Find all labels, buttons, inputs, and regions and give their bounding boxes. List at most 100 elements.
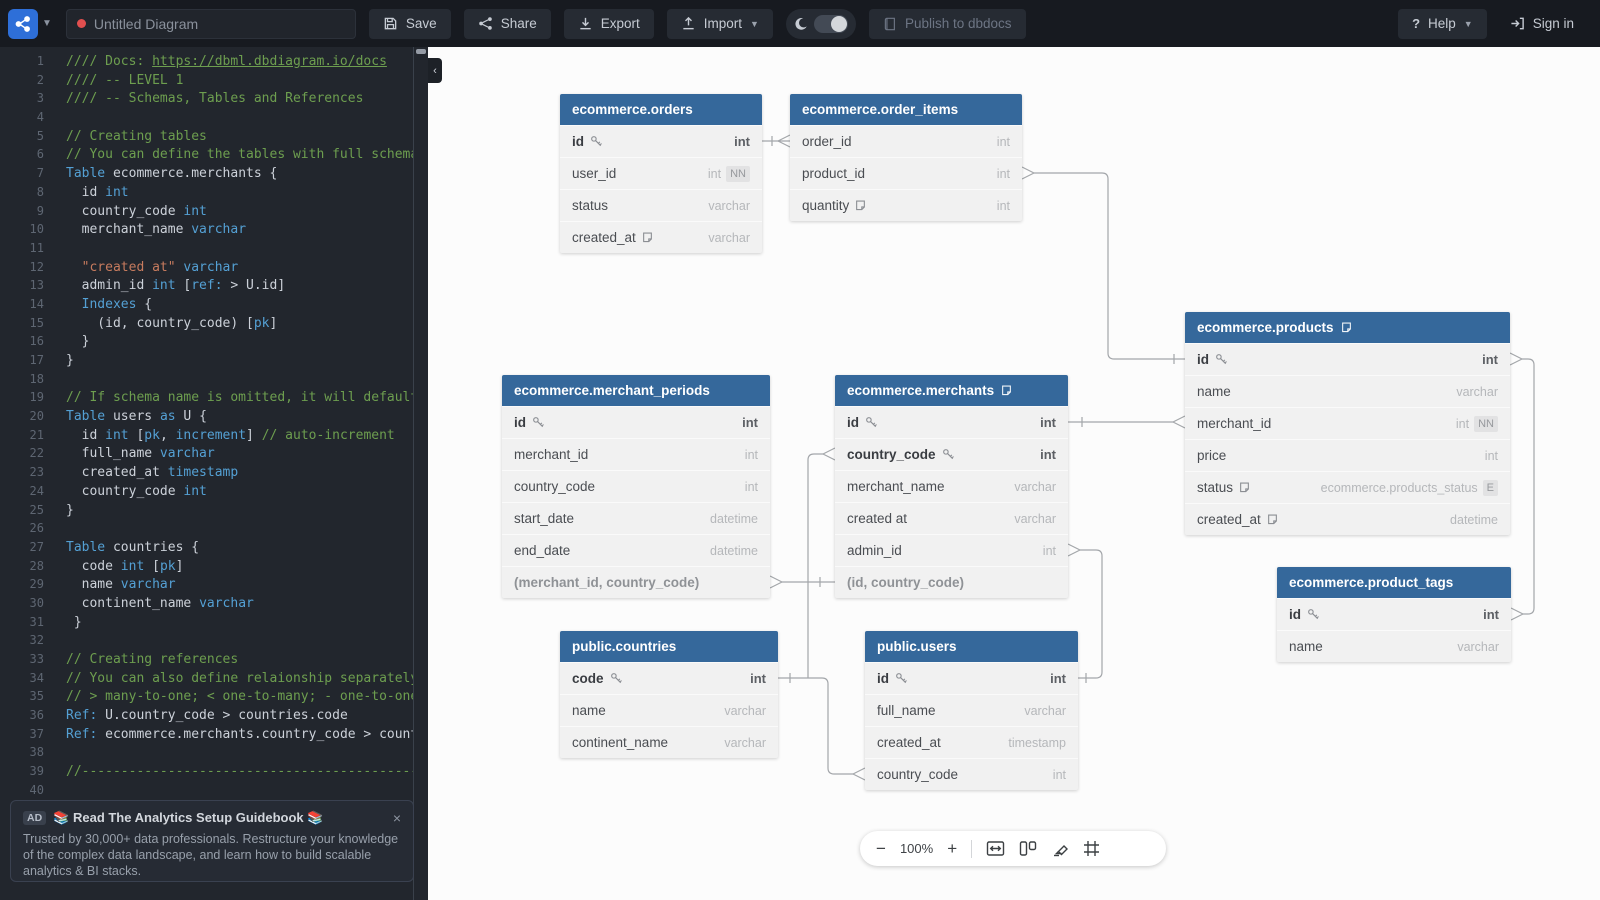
publish-label: Publish to dbdocs [905, 16, 1012, 31]
code-line: 16 } [0, 332, 413, 351]
auto-arrange-button[interactable] [1019, 840, 1037, 857]
dbml-code-editor[interactable]: 1//// Docs: https://dbml.dbdiagram.io/do… [0, 47, 428, 900]
code-token: created_at [66, 465, 168, 480]
field-name: quantity [802, 198, 849, 213]
table-header[interactable]: ecommerce.merchants [835, 375, 1068, 406]
publish-dbdocs-button[interactable]: Publish to dbdocs [869, 9, 1026, 39]
close-icon[interactable]: × [393, 811, 401, 825]
highlighter-button[interactable] [1051, 840, 1069, 857]
zoom-level[interactable]: 100% [900, 841, 933, 856]
table-ecommerce-product_tags[interactable]: ecommerce.product_tagsidintnamevarchar [1277, 567, 1511, 662]
code-token: continent_name [66, 596, 199, 611]
relationship-connector [1078, 550, 1102, 678]
line-number: 26 [0, 519, 44, 538]
field-type: timestamp [1008, 736, 1066, 750]
diagram-canvas[interactable]: ecommerce.ordersidintuser_idintNNstatusv… [428, 47, 1600, 900]
field-row: end_datedatetime [502, 534, 770, 566]
ad-body-text: Trusted by 30,000+ data professionals. R… [23, 831, 401, 879]
primary-key-icon [895, 672, 908, 685]
field-name: (merchant_id, country_code) [514, 575, 699, 590]
table-ecommerce-order_items[interactable]: ecommerce.order_itemsorder_idintproduct_… [790, 94, 1022, 221]
zoom-in-button[interactable]: + [947, 839, 957, 859]
diagram-title-field[interactable] [66, 9, 356, 39]
field-name: id [514, 415, 526, 430]
code-token: https://dbml.dbdiagram.io/docs [152, 54, 387, 69]
ad-panel[interactable]: AD 📚 Read The Analytics Setup Guidebook … [10, 800, 414, 882]
table-ecommerce-orders[interactable]: ecommerce.ordersidintuser_idintNNstatusv… [560, 94, 762, 253]
sign-in-button[interactable]: Sign in [1500, 9, 1584, 39]
line-number: 19 [0, 388, 44, 407]
table-public-countries[interactable]: public.countriescodeintnamevarcharcontin… [560, 631, 778, 758]
line-number: 2 [0, 71, 44, 90]
fit-to-screen-button[interactable] [986, 840, 1005, 857]
share-button[interactable]: Share [464, 9, 551, 39]
field-type: varchar [1024, 704, 1066, 718]
code-token: U.country_code > countries.code [97, 708, 347, 723]
table-ecommerce-merchant_periods[interactable]: ecommerce.merchant_periodsidintmerchant_… [502, 375, 770, 598]
table-header[interactable]: ecommerce.orders [560, 94, 762, 125]
field-row: merchant_namevarchar [835, 470, 1068, 502]
code-token: > U.id] [223, 278, 286, 293]
field-name: merchant_name [847, 479, 945, 494]
diagram-title-input[interactable] [94, 16, 345, 32]
export-button[interactable]: Export [564, 9, 654, 39]
table-header[interactable]: public.countries [560, 631, 778, 662]
field-row: created_atdatetime [1185, 503, 1510, 535]
relationship-connector [1510, 353, 1522, 365]
field-type: int [734, 134, 750, 149]
field-row: created atvarchar [835, 502, 1068, 534]
save-button[interactable]: Save [369, 9, 451, 39]
code-token: // > many-to-one; < one-to-many; - one-t… [66, 689, 413, 704]
field-name: full_name [877, 703, 936, 718]
code-token: int [105, 428, 128, 443]
table-header[interactable]: ecommerce.merchant_periods [502, 375, 770, 406]
field-name: start_date [514, 511, 574, 526]
note-icon [1001, 385, 1012, 396]
code-line: 11 [0, 239, 413, 258]
constraint-badge: NN [726, 166, 750, 182]
dark-mode-toggle[interactable] [786, 9, 856, 39]
help-button[interactable]: ? Help ▼ [1398, 9, 1487, 39]
code-line: 19// If schema name is omitted, it will … [0, 388, 413, 407]
table-ecommerce-products[interactable]: ecommerce.productsidintnamevarcharmercha… [1185, 312, 1510, 535]
field-row: codeint [560, 662, 778, 694]
field-name: end_date [514, 543, 570, 558]
field-row: full_name varchar [865, 694, 1078, 726]
field-row: admin_idint [835, 534, 1068, 566]
relationship-connector [1068, 544, 1080, 556]
editor-scrollbar-thumb[interactable] [416, 49, 426, 54]
code-area[interactable]: 1//// Docs: https://dbml.dbdiagram.io/do… [0, 47, 413, 900]
collapse-editor-button[interactable]: ‹ [428, 58, 442, 83]
editor-scrollbar[interactable] [413, 47, 428, 900]
field-row: country_codeint [502, 470, 770, 502]
sign-in-label: Sign in [1533, 16, 1574, 31]
table-public-users[interactable]: public.usersidintfull_namevarcharcreated… [865, 631, 1078, 790]
table-header[interactable]: public.users [865, 631, 1078, 662]
table-ecommerce-merchants[interactable]: ecommerce.merchantsidintcountry_codeintm… [835, 375, 1068, 598]
field-row: quantityint [790, 189, 1022, 221]
code-line: 6// You can define the tables with full … [0, 145, 413, 164]
zoom-out-button[interactable]: − [876, 839, 886, 859]
import-button[interactable]: Import ▼ [667, 9, 773, 39]
line-number: 12 [0, 258, 44, 277]
table-name: ecommerce.product_tags [1289, 575, 1453, 590]
line-number: 38 [0, 743, 44, 762]
frame-button[interactable] [1083, 840, 1100, 857]
table-header[interactable]: ecommerce.order_items [790, 94, 1022, 125]
code-token: int [183, 204, 206, 219]
field-row: country_codeint [835, 438, 1068, 470]
book-icon [883, 17, 897, 31]
app-logo-menu[interactable]: ▼ [8, 9, 52, 39]
table-header[interactable]: ecommerce.products [1185, 312, 1510, 343]
line-number: 10 [0, 220, 44, 239]
code-token: Table [66, 540, 105, 555]
sign-in-arrow-icon [1510, 16, 1525, 31]
primary-key-icon [532, 416, 545, 429]
code-token: [ [176, 278, 192, 293]
table-header[interactable]: ecommerce.product_tags [1277, 567, 1511, 598]
field-type: int [745, 480, 758, 494]
code-line: 17} [0, 351, 413, 370]
ad-title-link[interactable]: 📚 Read The Analytics Setup Guidebook 📚 [53, 810, 323, 826]
code-line: 40 [0, 781, 413, 800]
code-token: increment [176, 428, 246, 443]
